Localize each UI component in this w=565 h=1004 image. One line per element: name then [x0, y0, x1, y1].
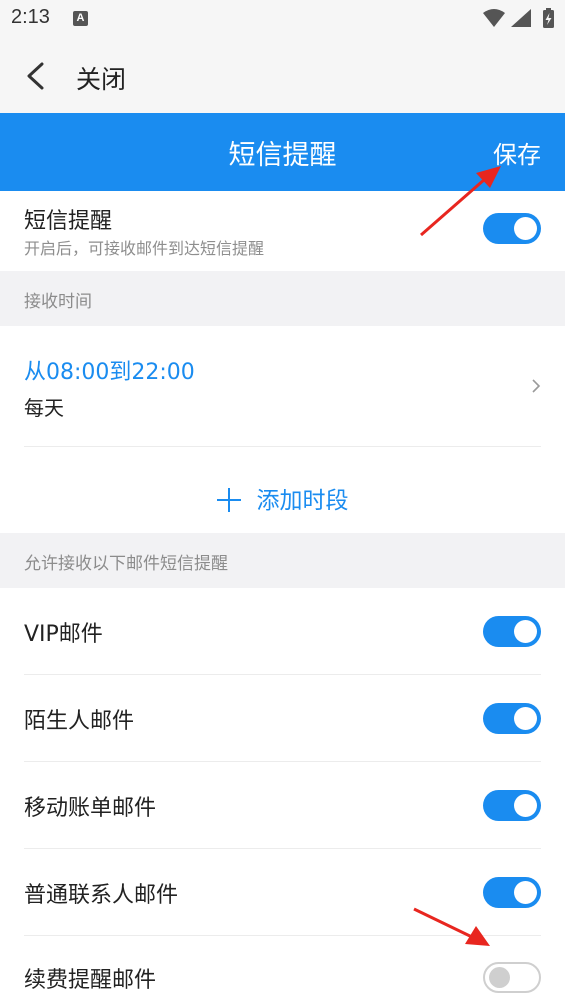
- system-status-icons: [483, 8, 554, 28]
- close-bar: 关闭: [0, 38, 565, 113]
- mail-types-header-label: 允许接收以下邮件短信提醒: [24, 554, 228, 574]
- mail-type-label: 移动账单邮件: [24, 796, 157, 821]
- mail-types-header: 允许接收以下邮件短信提醒: [0, 533, 565, 588]
- add-period-button[interactable]: 添加时段: [0, 481, 565, 515]
- time-period-row[interactable]: 从08:00到22:00 每天: [0, 326, 565, 447]
- close-button[interactable]: 关闭: [76, 60, 126, 96]
- contacts-mail-toggle[interactable]: [483, 877, 541, 908]
- mail-type-label: 陌生人邮件: [24, 709, 135, 734]
- mail-type-row-contacts: 普通联系人邮件: [0, 849, 565, 936]
- mail-type-label: 普通联系人邮件: [24, 883, 179, 908]
- add-period-row[interactable]: 添加时段: [0, 447, 565, 533]
- sms-reminder-toggle[interactable]: [483, 213, 541, 244]
- mail-type-row-renewal: 续费提醒邮件: [0, 936, 565, 1004]
- notification-a-icon: A: [73, 11, 88, 26]
- mail-type-row-stranger: 陌生人邮件: [0, 675, 565, 762]
- receive-time-header-label: 接收时间: [24, 292, 92, 312]
- add-period-label: 添加时段: [256, 488, 349, 514]
- sms-reminder-label: 短信提醒: [24, 209, 113, 234]
- renewal-mail-toggle[interactable]: [483, 962, 541, 993]
- wifi-icon: [483, 9, 505, 27]
- title-bar: 短信提醒 保存: [0, 113, 565, 191]
- back-arrow-icon[interactable]: [24, 62, 48, 90]
- save-button[interactable]: 保存: [493, 135, 541, 170]
- chevron-right-icon: [532, 379, 541, 393]
- mail-type-label: 续费提醒邮件: [24, 968, 157, 993]
- vip-mail-toggle[interactable]: [483, 616, 541, 647]
- status-time: 2:13: [11, 6, 50, 28]
- mail-type-row-mobile-bill: 移动账单邮件: [0, 762, 565, 849]
- mobile-bill-mail-toggle[interactable]: [483, 790, 541, 821]
- time-period-days: 每天: [24, 396, 64, 420]
- page-title: 短信提醒: [228, 140, 337, 171]
- sms-reminder-row: 短信提醒 开启后，可接收邮件到达短信提醒: [0, 191, 565, 271]
- time-period-range: 从08:00到22:00: [24, 360, 195, 385]
- sms-reminder-description: 开启后，可接收邮件到达短信提醒: [24, 239, 265, 258]
- mail-type-row-vip: VIP邮件: [0, 588, 565, 675]
- plus-icon: [216, 487, 241, 512]
- status-bar: 2:13 A: [0, 0, 565, 38]
- mail-type-label: VIP邮件: [24, 622, 103, 647]
- stranger-mail-toggle[interactable]: [483, 703, 541, 734]
- signal-icon: [511, 9, 531, 27]
- receive-time-header: 接收时间: [0, 271, 565, 326]
- battery-icon: [543, 8, 554, 28]
